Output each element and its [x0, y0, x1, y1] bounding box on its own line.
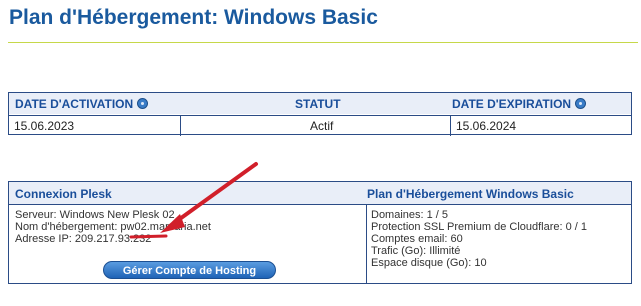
column-divider	[180, 116, 181, 136]
dates-header-row: DATE D'ACTIVATION STATUT DATE D'EXPIRATI…	[9, 93, 631, 114]
plan-item: Espace disque (Go): 10	[371, 257, 487, 269]
plan-title: Plan d'Hébergement Windows Basic	[367, 187, 574, 201]
hostname-info: Nom d'hébergement: pw02.marcaria.net	[15, 221, 211, 233]
ip-info: Adresse IP: 209.217.93.232	[15, 233, 152, 245]
status-value: Actif	[310, 119, 334, 133]
plesk-panel: Connexion Plesk Plan d'Hébergement Windo…	[8, 181, 632, 284]
page-title: Plan d'Hébergement: Windows Basic	[9, 6, 378, 29]
plesk-title: Connexion Plesk	[15, 187, 112, 201]
plesk-body: Serveur: Windows New Plesk 02 Nom d'hébe…	[9, 205, 631, 284]
activation-header: DATE D'ACTIVATION	[15, 97, 149, 111]
plesk-header-row: Connexion Plesk Plan d'Hébergement Windo…	[9, 182, 631, 205]
status-header: STATUT	[295, 97, 341, 111]
activation-header-label: DATE D'ACTIVATION	[15, 97, 134, 111]
plan-item: Trafic (Go): Illimité	[371, 245, 461, 257]
expiration-header-label: DATE D'EXPIRATION	[452, 97, 572, 111]
server-info: Serveur: Windows New Plesk 02	[15, 209, 175, 221]
plan-item: Domaines: 1 / 5	[371, 209, 449, 221]
plan-item: Comptes email: 60	[371, 233, 463, 245]
expiration-date: 15.06.2024	[456, 119, 517, 133]
expiration-header: DATE D'EXPIRATION	[452, 97, 587, 111]
column-divider	[450, 116, 451, 136]
dates-table: DATE D'ACTIVATION STATUT DATE D'EXPIRATI…	[8, 92, 632, 136]
plan-item: Protection SSL Premium de Cloudflare: 0 …	[371, 221, 588, 233]
title-divider	[8, 42, 638, 43]
dates-value-row: 15.06.2023 Actif 15.06.2024	[9, 115, 631, 136]
activation-date: 15.06.2023	[14, 119, 75, 133]
help-icon[interactable]	[137, 98, 149, 109]
help-icon[interactable]	[575, 98, 587, 109]
manage-hosting-button[interactable]: Gérer Compte de Hosting	[103, 261, 276, 279]
column-divider	[366, 205, 367, 284]
